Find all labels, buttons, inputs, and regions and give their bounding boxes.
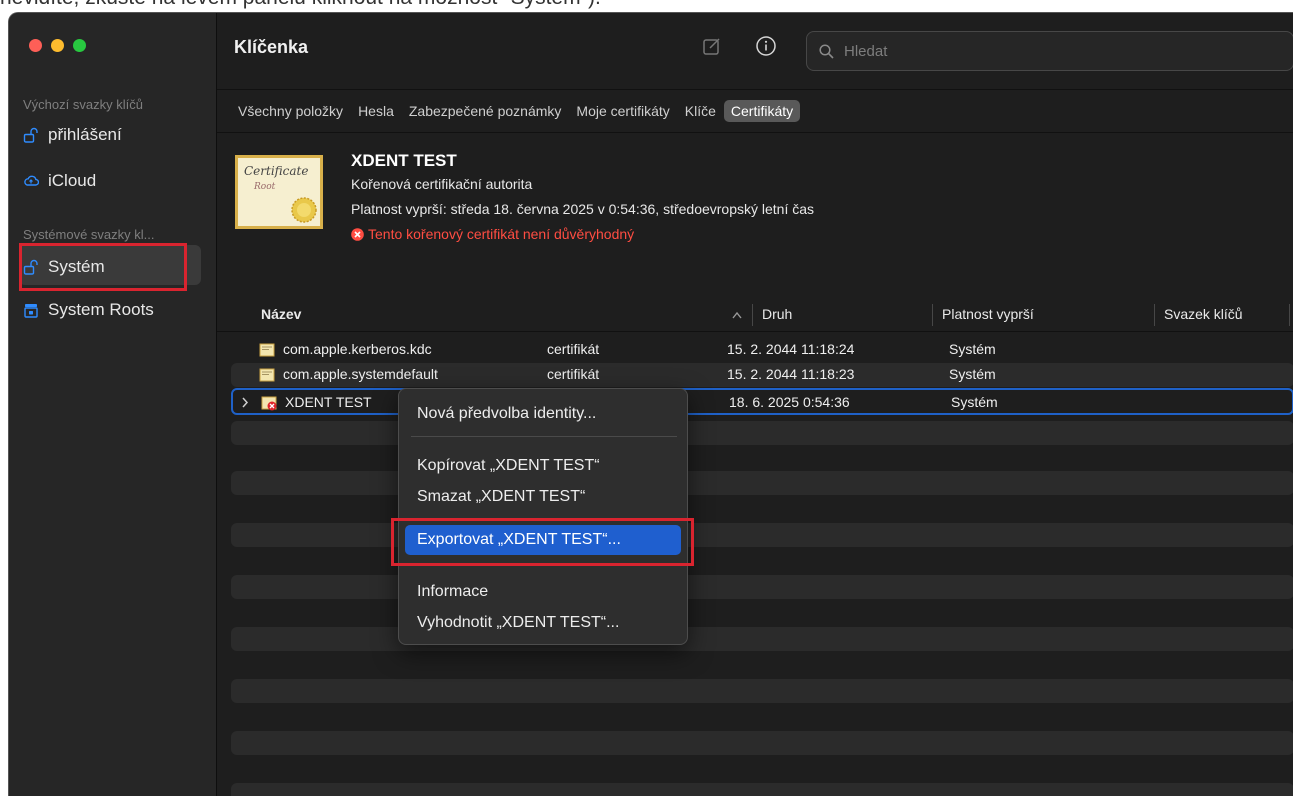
search-icon	[819, 43, 834, 59]
close-window-button[interactable]	[29, 39, 42, 52]
tab-my-certificates[interactable]: Moje certifikáty	[569, 100, 676, 122]
cell-name: XDENT TEST	[285, 394, 372, 410]
document-text-strip: nevidíte, zkuste na levém panelu kliknou…	[0, 0, 1293, 12]
menu-separator	[411, 436, 677, 437]
cell-name: com.apple.systemdefault	[283, 366, 438, 382]
column-header-name[interactable]: Název	[261, 306, 301, 322]
tab-certificates[interactable]: Certifikáty	[723, 100, 801, 122]
cell-expires: 15. 2. 2044 11:18:24	[727, 341, 855, 357]
sidebar-item-label: přihlášení	[48, 125, 122, 144]
empty-row-band	[231, 783, 1293, 796]
column-divider	[1289, 304, 1290, 326]
search-field[interactable]	[806, 31, 1293, 71]
annotation-highlight-export	[391, 518, 694, 566]
sidebar-item-icloud[interactable]: iCloud	[23, 171, 96, 191]
document-text: nevidíte, zkuste na levém panelu kliknou…	[0, 0, 601, 10]
certificate-icon-text: Certificate	[244, 164, 309, 178]
menu-item-new-identity-preference[interactable]: Nová předvolba identity...	[405, 399, 681, 429]
column-divider	[932, 304, 933, 326]
certificate-icon: Certificate Root	[235, 155, 323, 229]
annotation-highlight-system	[19, 243, 187, 291]
sidebar-item-prihlaseni[interactable]: přihlášení	[23, 125, 122, 145]
certificate-warning-text: Tento kořenový certifikát není důvěryhod…	[368, 226, 635, 242]
cell-expires: 15. 2. 2044 11:18:23	[727, 366, 855, 382]
zoom-window-button[interactable]	[73, 39, 86, 52]
cell-name: com.apple.kerberos.kdc	[283, 341, 432, 357]
certificate-icon	[259, 343, 275, 357]
sidebar-heading-system: Systémové svazky kl...	[23, 227, 155, 242]
table-row[interactable]: com.apple.kerberos.kdc certifikát 15. 2.…	[231, 338, 1293, 362]
table-row-selected[interactable]: XDENT TEST certifikát 18. 6. 2025 0:54:3…	[231, 388, 1293, 415]
disclosure-chevron-icon[interactable]	[241, 397, 249, 408]
table-header: Název Druh Platnost vyprší Svazek klíčů	[217, 298, 1293, 332]
menu-item-copy[interactable]: Kopírovat „XDENT TEST“	[405, 451, 681, 481]
toolbar: Klíčenka	[217, 13, 1293, 85]
sidebar: Výchozí svazky klíčů přihlášení iCloud S…	[9, 13, 217, 796]
sidebar-item-system-roots[interactable]: System Roots	[23, 300, 154, 320]
icloud-icon	[24, 175, 39, 186]
cell-expires: 18. 6. 2025 0:54:36	[729, 394, 850, 410]
cell-keychain: Systém	[949, 341, 996, 357]
certificate-icon-subtext: Root	[254, 182, 276, 192]
certificate-type: Kořenová certifikační autorita	[351, 176, 533, 192]
certificate-name: XDENT TEST	[351, 151, 457, 170]
unlocked-padlock-icon	[23, 127, 38, 143]
minimize-window-button[interactable]	[51, 39, 64, 52]
search-input[interactable]	[842, 41, 1246, 61]
certificate-expiry: Platnost vyprší: středa 18. června 2025 …	[351, 201, 815, 217]
category-tabs: Všechny položky Hesla Zabezpečené poznám…	[217, 89, 1293, 133]
menu-item-info[interactable]: Informace	[405, 577, 681, 607]
empty-row-band	[231, 627, 1293, 651]
window-controls	[29, 39, 86, 52]
certificate-warning: Tento kořenový certifikát není důvěryhod…	[351, 226, 634, 242]
compose-icon[interactable]	[701, 35, 723, 57]
column-header-keychain[interactable]: Svazek klíčů	[1164, 306, 1243, 322]
menu-item-evaluate[interactable]: Vyhodnotit „XDENT TEST“...	[405, 608, 681, 638]
menu-item-delete[interactable]: Smazat „XDENT TEST“	[405, 482, 681, 512]
context-menu: Nová předvolba identity... Kopírovat „XD…	[398, 388, 688, 645]
tab-keys[interactable]: Klíče	[678, 100, 723, 122]
untrusted-certificate-icon	[261, 396, 277, 411]
column-divider	[752, 304, 753, 326]
cell-keychain: Systém	[951, 394, 998, 410]
app-title: Klíčenka	[234, 37, 309, 57]
cell-keychain: Systém	[949, 366, 996, 382]
empty-row-band	[231, 679, 1293, 703]
column-header-expires[interactable]: Platnost vyprší	[942, 306, 1034, 322]
sort-ascending-icon[interactable]	[732, 311, 742, 319]
info-icon[interactable]	[755, 35, 777, 57]
sidebar-heading-default: Výchozí svazky klíčů	[23, 97, 143, 112]
sidebar-item-label: System Roots	[48, 300, 154, 319]
column-header-kind[interactable]: Druh	[762, 306, 792, 322]
empty-row-band	[231, 421, 1293, 445]
tab-secure-notes[interactable]: Zabezpečené poznámky	[402, 100, 569, 122]
empty-row-band	[231, 731, 1293, 755]
empty-row-band	[231, 471, 1293, 495]
cell-kind: certifikát	[547, 366, 600, 382]
certificate-summary: Certificate Root XDENT TEST Kořenová cer…	[217, 135, 1293, 285]
sidebar-item-label: iCloud	[48, 171, 97, 190]
tab-all-items[interactable]: Všechny položky	[231, 100, 350, 122]
column-divider	[1154, 304, 1155, 326]
seal-icon	[291, 197, 317, 223]
locked-cabinet-icon	[24, 304, 38, 318]
cell-kind: certifikát	[547, 341, 600, 357]
tab-passwords[interactable]: Hesla	[351, 100, 401, 122]
certificate-icon	[259, 368, 275, 382]
empty-row-band	[231, 575, 1293, 599]
error-icon	[351, 227, 364, 241]
table-row[interactable]: com.apple.systemdefault certifikát 15. 2…	[231, 363, 1293, 387]
